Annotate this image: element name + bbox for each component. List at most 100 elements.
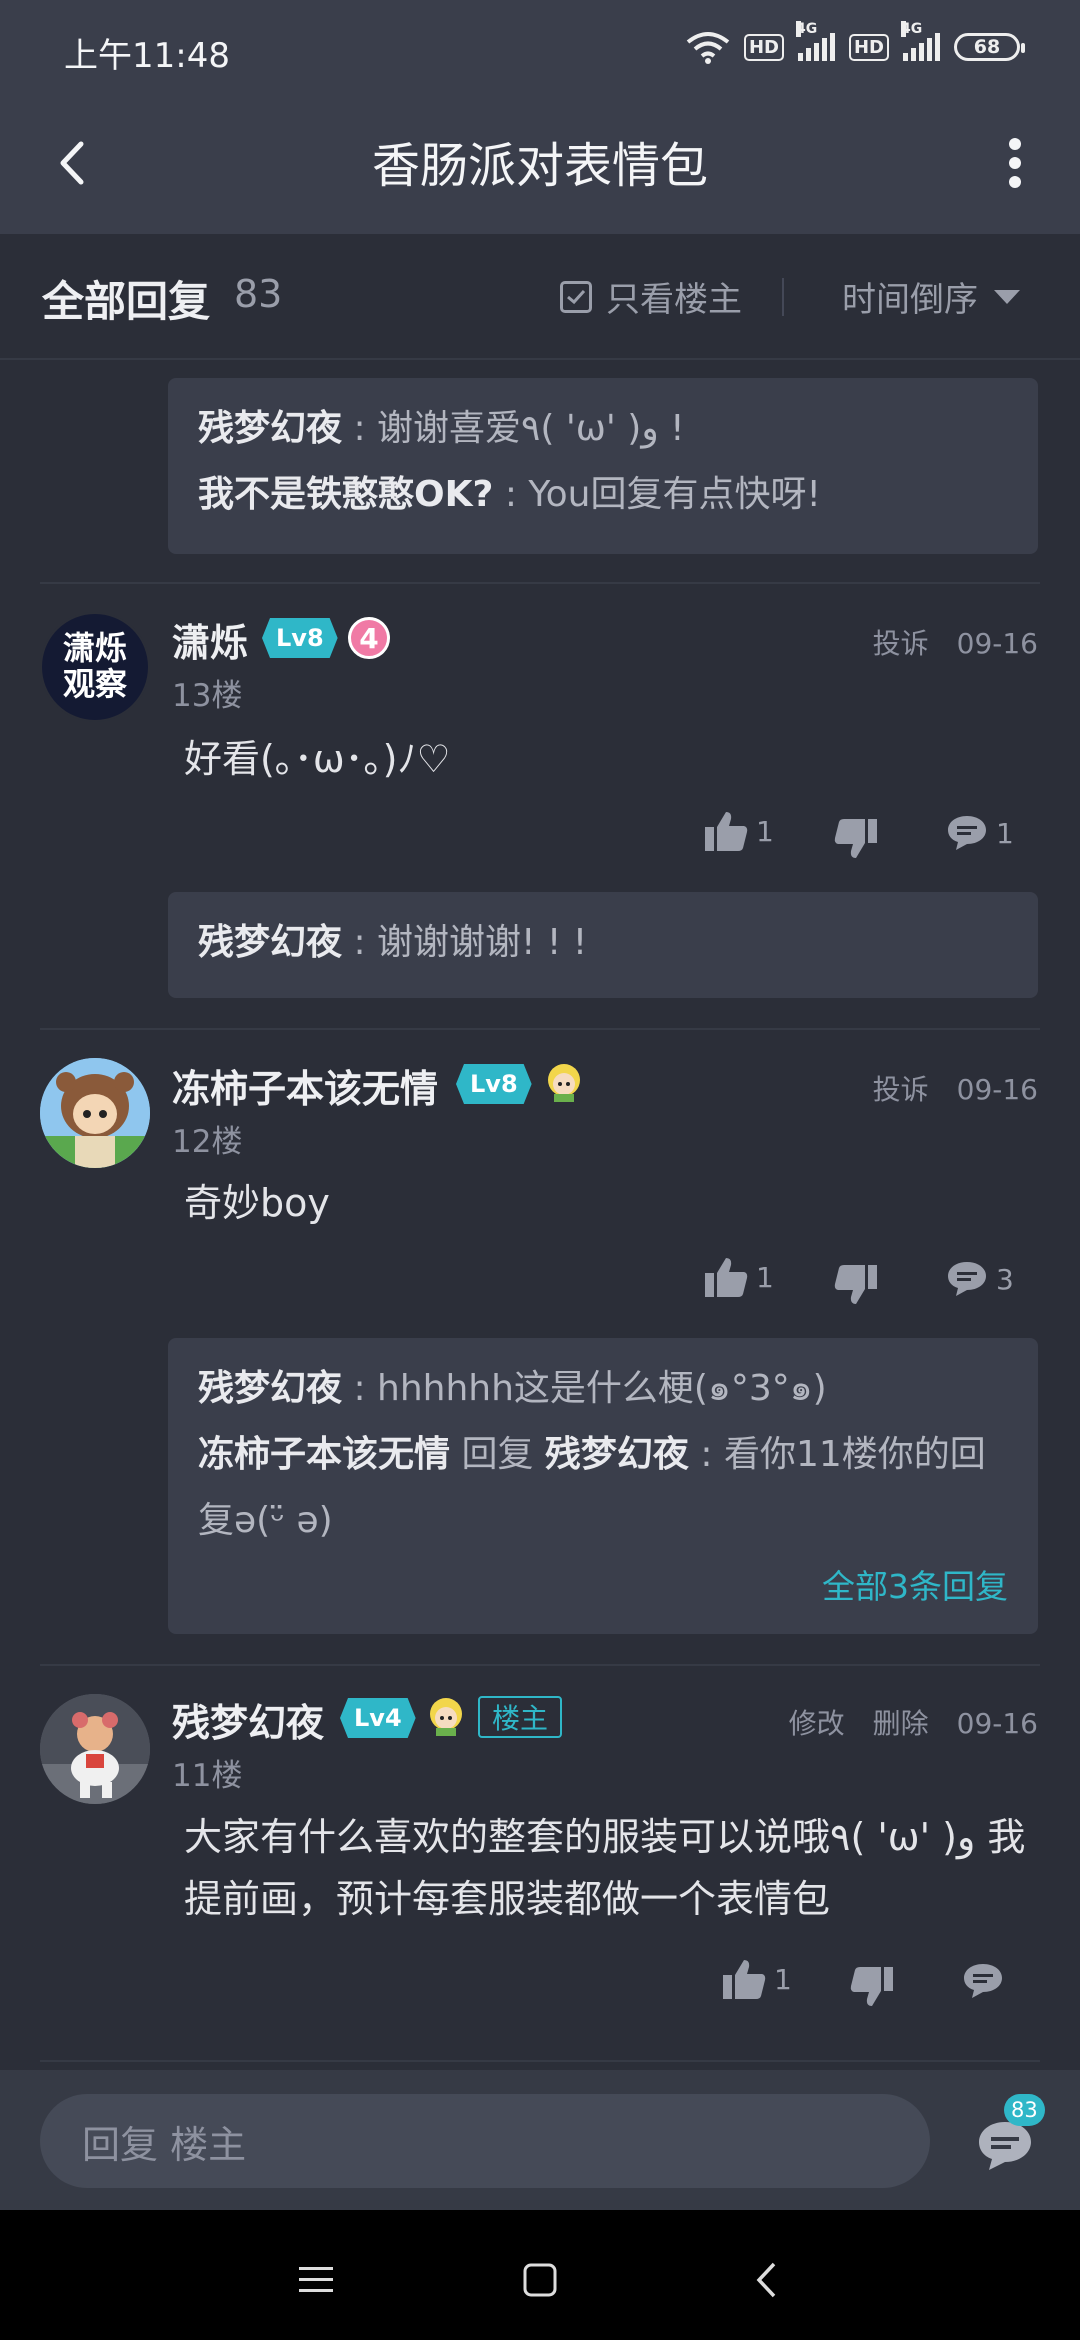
sub-reply-user[interactable]: 冻柿子本该无情	[198, 1434, 450, 1475]
only-op-label: 只看楼主	[606, 280, 742, 320]
only-op-toggle[interactable]: 只看楼主	[560, 272, 742, 321]
comment-button[interactable]	[962, 1962, 1004, 2000]
comment-count: 3	[996, 1262, 1014, 1296]
home-square-icon	[523, 2263, 557, 2297]
op-badge: 楼主	[478, 1696, 563, 1738]
battery-icon: 68	[954, 33, 1025, 61]
sub-reply-user[interactable]: 残梦幻夜	[198, 922, 342, 963]
more-menu-button[interactable]	[980, 128, 1050, 198]
menu-icon	[299, 2267, 333, 2292]
sub-reply-text: : 谢谢喜爱٩( 'ω' )و !	[342, 408, 685, 449]
sub-reply-connector: 回复	[450, 1434, 545, 1475]
page-title: 香肠派对表情包	[371, 138, 708, 194]
avatar[interactable]	[40, 1694, 150, 1804]
sub-reply: 我不是铁憨憨OK? : You回复有点快呀!	[198, 462, 1008, 528]
system-nav-bar	[0, 2210, 1080, 2340]
post-content: 大家有什么喜欢的整套的服装可以说哦٩( 'ω' )و 我提前画，预计每套服装都做…	[184, 1815, 1026, 1921]
dislike-button[interactable]	[834, 1264, 878, 1306]
username[interactable]: 残梦幻夜	[172, 1692, 324, 1747]
sort-label: 时间倒序	[842, 280, 978, 320]
reply-filter-bar: 全部回复 83 只看楼主 时间倒序	[0, 234, 1080, 360]
level-badge: Lv8	[262, 618, 338, 658]
comment-count: 1	[996, 816, 1014, 850]
like-count: 1	[774, 1962, 792, 1996]
signal-icon: 4G	[795, 21, 835, 61]
divider	[782, 278, 784, 316]
post-date: 09-16	[956, 627, 1038, 660]
post-date: 09-16	[956, 1707, 1038, 1740]
sub-reply: 残梦幻夜 : 谢谢喜爱٩( 'ω' )و !	[198, 396, 1008, 462]
dislike-button[interactable]	[850, 1966, 894, 2008]
post-date: 09-16	[956, 1073, 1038, 1106]
level-badge: Lv4	[340, 1698, 416, 1738]
report-button[interactable]: 投诉	[873, 627, 929, 660]
thumbs-down-icon	[834, 1265, 877, 1304]
number-badge: 4	[348, 617, 390, 659]
hd-icon: HD	[743, 33, 784, 61]
like-count: 1	[756, 1260, 774, 1294]
like-button[interactable]: 1	[722, 1958, 792, 2000]
sub-reply-box[interactable]: 残梦幻夜 : 谢谢谢谢! ! !	[168, 892, 1038, 998]
comment-icon	[948, 816, 986, 850]
top-bar: 香肠派对表情包	[0, 100, 1080, 234]
sort-dropdown[interactable]: 时间倒序	[842, 272, 1020, 321]
thumbs-down-icon	[834, 819, 877, 858]
sub-reply-user[interactable]: 我不是铁憨憨OK?	[198, 474, 493, 515]
comment-count-badge: 83	[1004, 2094, 1045, 2126]
floor-label: 11楼	[172, 1758, 243, 1794]
username[interactable]: 潇烁	[172, 612, 248, 667]
delete-button[interactable]: 删除	[873, 1707, 929, 1740]
status-icons: HD 4G HD 4G 68	[686, 21, 1025, 64]
report-button[interactable]: 投诉	[873, 1073, 929, 1106]
avatar-character-image	[40, 1058, 150, 1168]
menu-button[interactable]	[286, 2250, 346, 2310]
wifi-icon	[686, 32, 730, 64]
comment-button[interactable]: 1	[946, 814, 1014, 852]
more-vertical-icon	[1009, 138, 1021, 188]
hd-icon-2: HD	[848, 33, 889, 61]
comment-button[interactable]: 3	[946, 1260, 1014, 1298]
like-button[interactable]: 1	[704, 810, 774, 852]
status-time: 上午11:48	[64, 36, 230, 76]
reply-count: 83	[234, 272, 283, 316]
sub-reply: 残梦幻夜 : 谢谢谢谢! ! !	[198, 910, 1008, 976]
home-button[interactable]	[510, 2250, 570, 2310]
dislike-button[interactable]	[834, 818, 878, 860]
avatar-character-image	[40, 1694, 150, 1804]
status-bar: 上午11:48 HD 4G HD 4G 68	[0, 0, 1080, 100]
view-all-replies-link[interactable]: 全部3条回复	[198, 1554, 1008, 1620]
sub-reply: 残梦幻夜 : hhhhhh这是什么梗(๑°3°๑)	[198, 1356, 1008, 1422]
level-badge: Lv8	[456, 1064, 532, 1104]
checkbox-icon[interactable]	[560, 280, 592, 313]
post-meta: 修改 删除 09-16	[761, 1702, 1038, 1742]
caret-down-icon	[994, 289, 1020, 304]
sub-reply-box[interactable]: 残梦幻夜 : hhhhhh这是什么梗(๑°3°๑) 冻柿子本该无情 回复 残梦幻…	[168, 1338, 1038, 1634]
avatar[interactable]: 潇烁 观察	[40, 612, 150, 722]
like-count: 1	[756, 814, 774, 848]
comment-icon	[964, 1964, 1002, 1998]
back-nav-button[interactable]	[736, 2250, 796, 2310]
character-badge-icon	[430, 1698, 462, 1736]
reply-input[interactable]: 回复 楼主	[40, 2094, 930, 2188]
all-replies-label: 全部回复	[42, 277, 211, 326]
thumbs-up-icon	[705, 812, 748, 851]
username[interactable]: 冻柿子本该无情	[172, 1058, 438, 1113]
comments-list-icon[interactable]	[975, 2118, 1035, 2174]
post-content: 好看(｡･ω･｡)ﾉ♡	[184, 737, 451, 781]
sub-reply-user[interactable]: 残梦幻夜	[198, 1368, 342, 1409]
thumbs-up-icon	[705, 1258, 748, 1297]
reply-input-bar: 回复 楼主 83	[0, 2070, 1080, 2210]
sub-reply-user[interactable]: 残梦幻夜	[198, 408, 342, 449]
separator	[40, 2060, 1040, 2062]
edit-button[interactable]: 修改	[789, 1707, 845, 1740]
character-badge-icon	[548, 1064, 580, 1102]
chevron-left-icon	[756, 2262, 776, 2298]
separator	[40, 1664, 1040, 1666]
sub-reply-box[interactable]: 残梦幻夜 : 谢谢喜爱٩( 'ω' )و ! 我不是铁憨憨OK? : You回复…	[168, 378, 1038, 554]
thumbs-up-icon	[723, 1960, 766, 1999]
avatar[interactable]	[40, 1058, 150, 1168]
like-button[interactable]: 1	[704, 1256, 774, 1298]
post-meta: 投诉 09-16	[845, 1068, 1038, 1108]
sub-reply-text: : hhhhhh这是什么梗(๑°3°๑)	[342, 1368, 827, 1409]
sub-reply-target-user[interactable]: 残梦幻夜	[545, 1434, 689, 1475]
